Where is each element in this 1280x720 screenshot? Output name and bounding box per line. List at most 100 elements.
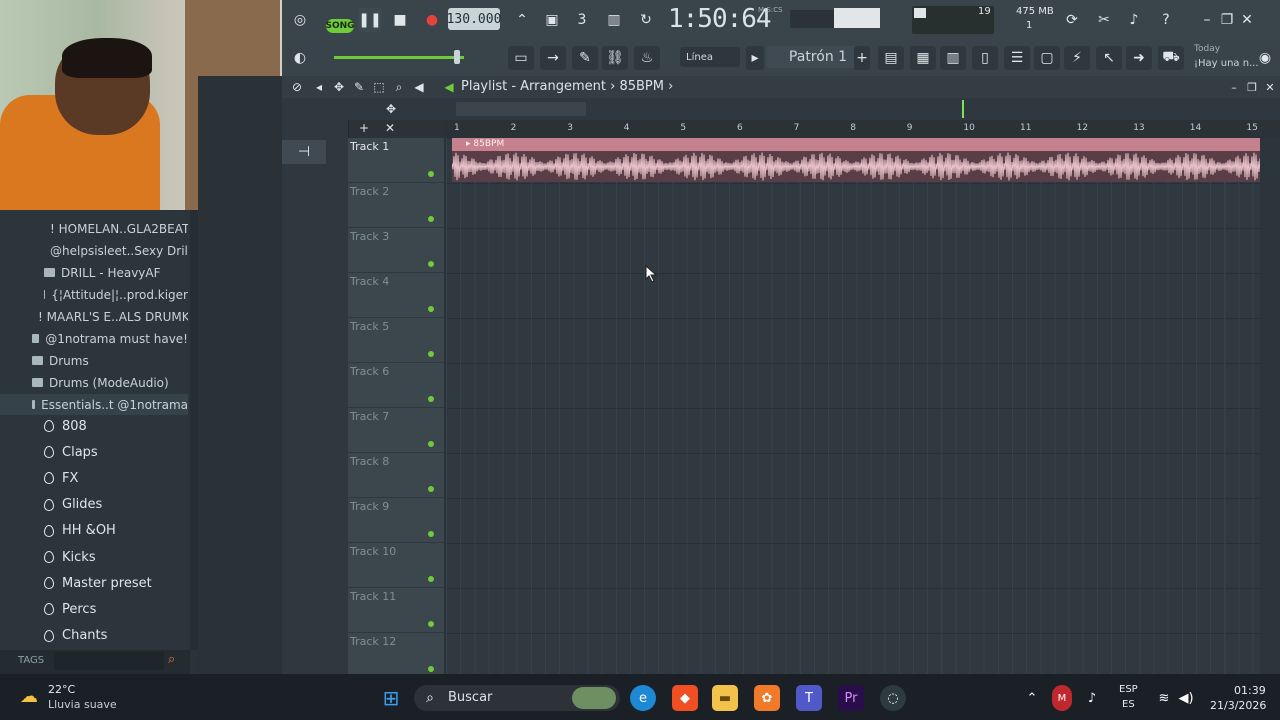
track-mute-led[interactable] [428,171,434,177]
close-icon[interactable]: ✕ [1238,8,1256,32]
master-volume-handle[interactable] [454,50,460,64]
browser-folder-item[interactable]: DRILL - HeavyAF [0,262,188,283]
news-text[interactable]: ¡Hay una n... [1194,58,1259,69]
track-label[interactable]: Track 2 [350,185,389,198]
pl-arrow-icon[interactable]: ◀ [440,78,458,96]
track-label[interactable]: Track 10 [350,545,396,558]
record-button[interactable]: ● [420,8,444,32]
metronome-icon[interactable]: ⌃ [510,8,534,32]
tempo-display[interactable]: 130.000 [447,8,501,30]
browser-folder-item[interactable]: @1notrama must have! [0,328,188,349]
tray-m-icon[interactable]: M [1052,685,1072,711]
master-volume-slider[interactable] [334,56,464,59]
channel-rack-icon[interactable]: ▦ [910,46,936,70]
mixer-icon[interactable]: ▥ [940,46,966,70]
piano-roll-icon[interactable]: ▭ [508,46,534,70]
pointer-icon[interactable]: ↖ [1096,46,1122,70]
pl-move-icon[interactable]: ✥ [382,100,400,118]
track-mute-led[interactable] [428,531,434,537]
pl-back-icon[interactable]: ◂ [310,78,328,96]
browser-subfolder-item[interactable]: Percs [44,596,96,622]
pattern-add-icon[interactable]: + [854,46,870,70]
track-mute-led[interactable] [428,486,434,492]
pl-menu-icon[interactable]: ⊘ [288,78,306,96]
browser-folder-item[interactable]: {¦Attitude|¦..prod.kiger [0,284,188,305]
loop-record-icon[interactable]: ↻ [634,8,658,32]
track-label[interactable]: Track 8 [350,455,389,468]
clock-date[interactable]: 21/3/2026 [1210,699,1266,712]
brave-icon[interactable]: ◆ [672,685,698,711]
browser-subfolder-item[interactable]: Chants [44,623,107,649]
windows-start-icon[interactable]: ⊞ [378,685,404,711]
song-position-marker[interactable] [962,100,964,118]
piano-icon[interactable]: ▯ [972,46,998,70]
pl-zoom-icon[interactable]: ⌕ [390,78,408,96]
pl-select-icon[interactable]: ⬚ [370,78,388,96]
pl-minimize-icon[interactable]: – [1226,78,1242,96]
audio-clip-header[interactable] [452,138,1260,151]
pl-speaker-icon[interactable]: ◀ [410,78,428,96]
vertical-scrollbar[interactable] [1260,138,1280,674]
browser-subfolder-item[interactable]: Glides [44,492,102,518]
undo-history-icon[interactable]: ⟳ [1060,8,1084,32]
fl-logo-icon[interactable]: ◎ [288,8,312,32]
stop-button[interactable]: ■ [388,8,412,32]
help-icon[interactable]: ? [1154,8,1178,32]
globe-icon[interactable]: ◉ [1252,46,1278,70]
playlist-icon[interactable]: ▤ [878,46,904,70]
browser-subfolder-item[interactable]: FX [44,465,78,491]
playlist-grid[interactable] [446,138,1260,674]
wifi-icon[interactable]: ≋ [1154,685,1174,711]
add-track-icon[interactable]: + [356,120,372,136]
link-icon[interactable]: ⛓ [602,46,628,70]
browser-subfolder-item[interactable]: Master preset [44,570,152,596]
browser-folder-item[interactable]: Drums [0,350,188,371]
teams-icon[interactable]: T [796,685,822,711]
cut-icon[interactable]: ✂ [1092,8,1116,32]
browser-folder-item[interactable]: Drums (ModeAudio) [0,372,188,393]
track-mute-led[interactable] [428,441,434,447]
track-label[interactable]: Track 7 [350,410,389,423]
track-mute-led[interactable] [428,666,434,672]
browser-subfolder-item[interactable]: Claps [44,439,98,465]
step-edit-icon[interactable]: ▥ [602,8,626,32]
snap-selector[interactable]: Línea [680,47,740,67]
pause-button[interactable]: ❚❚ [358,8,382,32]
tags-search-input[interactable] [54,652,164,670]
search-icon[interactable]: ⌕ [168,652,186,670]
weather-icon[interactable]: ☁ [16,683,42,709]
tray-mic-icon[interactable]: ♪ [1082,685,1102,711]
arrow-right-icon[interactable]: → [540,46,566,70]
track-label[interactable]: Track 4 [350,275,389,288]
track-label[interactable]: Track 12 [350,635,396,648]
countdown-icon[interactable]: 3 [570,8,594,32]
master-pitch-knob-icon[interactable]: ◐ [288,46,312,70]
volume-icon[interactable]: ◀) [1176,685,1196,711]
stamp-icon[interactable]: ♨ [634,46,660,70]
browser-folder-item[interactable]: Essentials..t @1notrama [0,394,188,415]
browser-subfolder-item[interactable]: HH &OH [44,518,116,544]
file-explorer-icon[interactable]: ▬ [712,685,738,711]
pattern-prev-icon[interactable]: ▸ [746,46,764,70]
language-top[interactable]: ESP [1119,684,1138,695]
track-label[interactable]: Track 6 [350,365,389,378]
browser-scrollbar[interactable] [190,210,198,650]
fl-studio-icon[interactable]: ✿ [754,685,780,711]
plugin-icon[interactable]: ⚡ [1064,46,1090,70]
song-mode-toggle[interactable]: SONG [325,19,355,33]
wait-input-icon[interactable]: ▣ [540,8,564,32]
browser-folder-item[interactable]: @helpsisleet..Sexy Drill) [0,240,188,261]
weather-description[interactable]: Lluvia suave [48,698,117,711]
file-icon[interactable]: ▢ [1034,46,1060,70]
minimize-icon[interactable]: – [1198,8,1216,32]
track-label[interactable]: Track 9 [350,500,389,513]
app-icon[interactable]: ◌ [880,685,906,711]
cart-icon[interactable]: ⛟ [1158,46,1184,70]
edge-icon[interactable]: e [630,685,656,711]
track-label[interactable]: Track 11 [350,590,396,603]
clock-time[interactable]: 01:39 [1234,684,1266,697]
weather-temperature[interactable]: 22°C [48,683,75,696]
track-mute-led[interactable] [428,261,434,267]
restore-icon[interactable]: ❐ [1218,8,1236,32]
track-mute-led[interactable] [428,351,434,357]
